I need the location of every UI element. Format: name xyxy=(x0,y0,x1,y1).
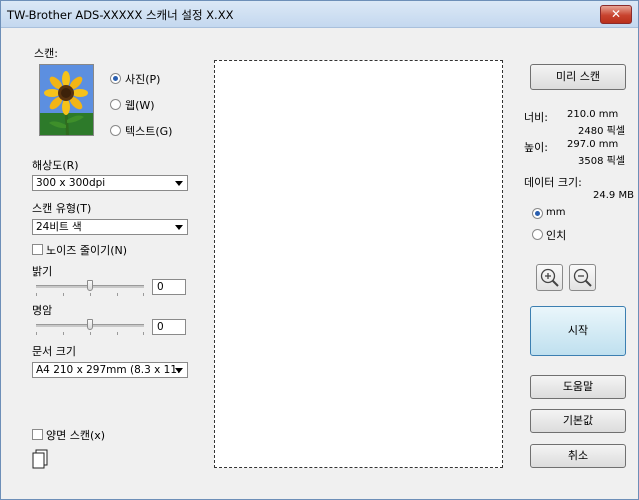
width-label: 너비: xyxy=(524,111,548,124)
unit-inch-label: 인치 xyxy=(546,229,567,242)
unit-mm-radio[interactable] xyxy=(532,208,543,219)
noise-reduction-label: 노이즈 줄이기(N) xyxy=(46,244,128,257)
data-size-label: 데이터 크기: xyxy=(524,176,582,189)
brightness-slider-thumb[interactable] xyxy=(87,280,93,291)
scan-preview-area[interactable] xyxy=(214,60,503,468)
zoom-out-button[interactable] xyxy=(569,264,596,291)
zoom-in-icon xyxy=(540,268,559,287)
start-button[interactable]: 시작 xyxy=(530,306,626,356)
contrast-tick xyxy=(143,332,144,335)
width-px-value: 2480 픽셀 xyxy=(578,126,626,137)
help-button[interactable]: 도움말 xyxy=(530,375,626,399)
close-icon: ✕ xyxy=(610,7,622,21)
radio-photo[interactable] xyxy=(110,73,121,84)
brightness-tick xyxy=(63,293,64,296)
close-button[interactable]: ✕ xyxy=(600,5,632,24)
duplex-checkbox[interactable] xyxy=(32,429,43,440)
document-size-label: 문서 크기 xyxy=(32,345,76,358)
unit-mm-label: mm xyxy=(546,207,566,218)
cancel-button[interactable]: 취소 xyxy=(530,444,626,468)
contrast-tick xyxy=(63,332,64,335)
duplex-label: 양면 스캔(x) xyxy=(46,429,106,442)
scan-mode-label: 스캔: xyxy=(34,47,58,60)
default-button[interactable]: 기본값 xyxy=(530,409,626,433)
scan-type-value: 24비트 색 xyxy=(36,221,82,233)
radio-text-label: 텍스트(G) xyxy=(125,125,173,138)
chevron-down-icon xyxy=(175,368,183,373)
photo-preview-thumbnail xyxy=(39,64,94,136)
radio-web-label: 웹(W) xyxy=(125,99,155,112)
contrast-slider-thumb[interactable] xyxy=(87,319,93,330)
radio-photo-label: 사진(P) xyxy=(125,73,161,86)
scan-type-label: 스캔 유형(T) xyxy=(32,202,92,215)
sunflower-image xyxy=(40,65,93,135)
brightness-tick xyxy=(143,293,144,296)
height-mm-value: 297.0 mm xyxy=(567,139,619,150)
resolution-select[interactable]: 300 x 300dpi xyxy=(32,175,188,191)
preview-scan-button[interactable]: 미리 스캔 xyxy=(530,64,626,90)
radio-text[interactable] xyxy=(110,125,121,136)
brightness-tick xyxy=(36,293,37,296)
resolution-value: 300 x 300dpi xyxy=(36,177,106,189)
zoom-in-button[interactable] xyxy=(536,264,563,291)
unit-inch-radio[interactable] xyxy=(532,229,543,240)
width-mm-value: 210.0 mm xyxy=(567,109,619,120)
resolution-label: 해상도(R) xyxy=(32,159,79,172)
contrast-value-input[interactable]: 0 xyxy=(152,319,186,335)
scan-type-select[interactable]: 24비트 색 xyxy=(32,219,188,235)
duplex-pages-icon xyxy=(32,449,48,469)
radio-web[interactable] xyxy=(110,99,121,110)
noise-reduction-checkbox[interactable] xyxy=(32,244,43,255)
contrast-tick xyxy=(36,332,37,335)
brightness-tick xyxy=(90,293,91,296)
zoom-out-icon xyxy=(573,268,592,287)
chevron-down-icon xyxy=(175,225,183,230)
height-px-value: 3508 픽셀 xyxy=(578,156,626,167)
document-size-value: A4 210 x 297mm (8.3 x 11. xyxy=(36,364,181,376)
contrast-tick xyxy=(90,332,91,335)
title-bar: TW-Brother ADS-XXXXX 스캐너 설정 X.XX ✕ xyxy=(1,1,638,28)
document-size-select[interactable]: A4 210 x 297mm (8.3 x 11. xyxy=(32,362,188,378)
brightness-tick xyxy=(117,293,118,296)
chevron-down-icon xyxy=(175,181,183,186)
data-size-value: 24.9 MB xyxy=(593,190,634,201)
height-label: 높이: xyxy=(524,141,548,154)
window-title: TW-Brother ADS-XXXXX 스캐너 설정 X.XX xyxy=(7,8,234,22)
brightness-label: 밝기 xyxy=(32,265,53,278)
brightness-value-input[interactable]: 0 xyxy=(152,279,186,295)
contrast-label: 명암 xyxy=(32,304,53,317)
contrast-tick xyxy=(117,332,118,335)
scanner-settings-window: TW-Brother ADS-XXXXX 스캐너 설정 X.XX ✕ 스캔: 사… xyxy=(0,0,639,500)
